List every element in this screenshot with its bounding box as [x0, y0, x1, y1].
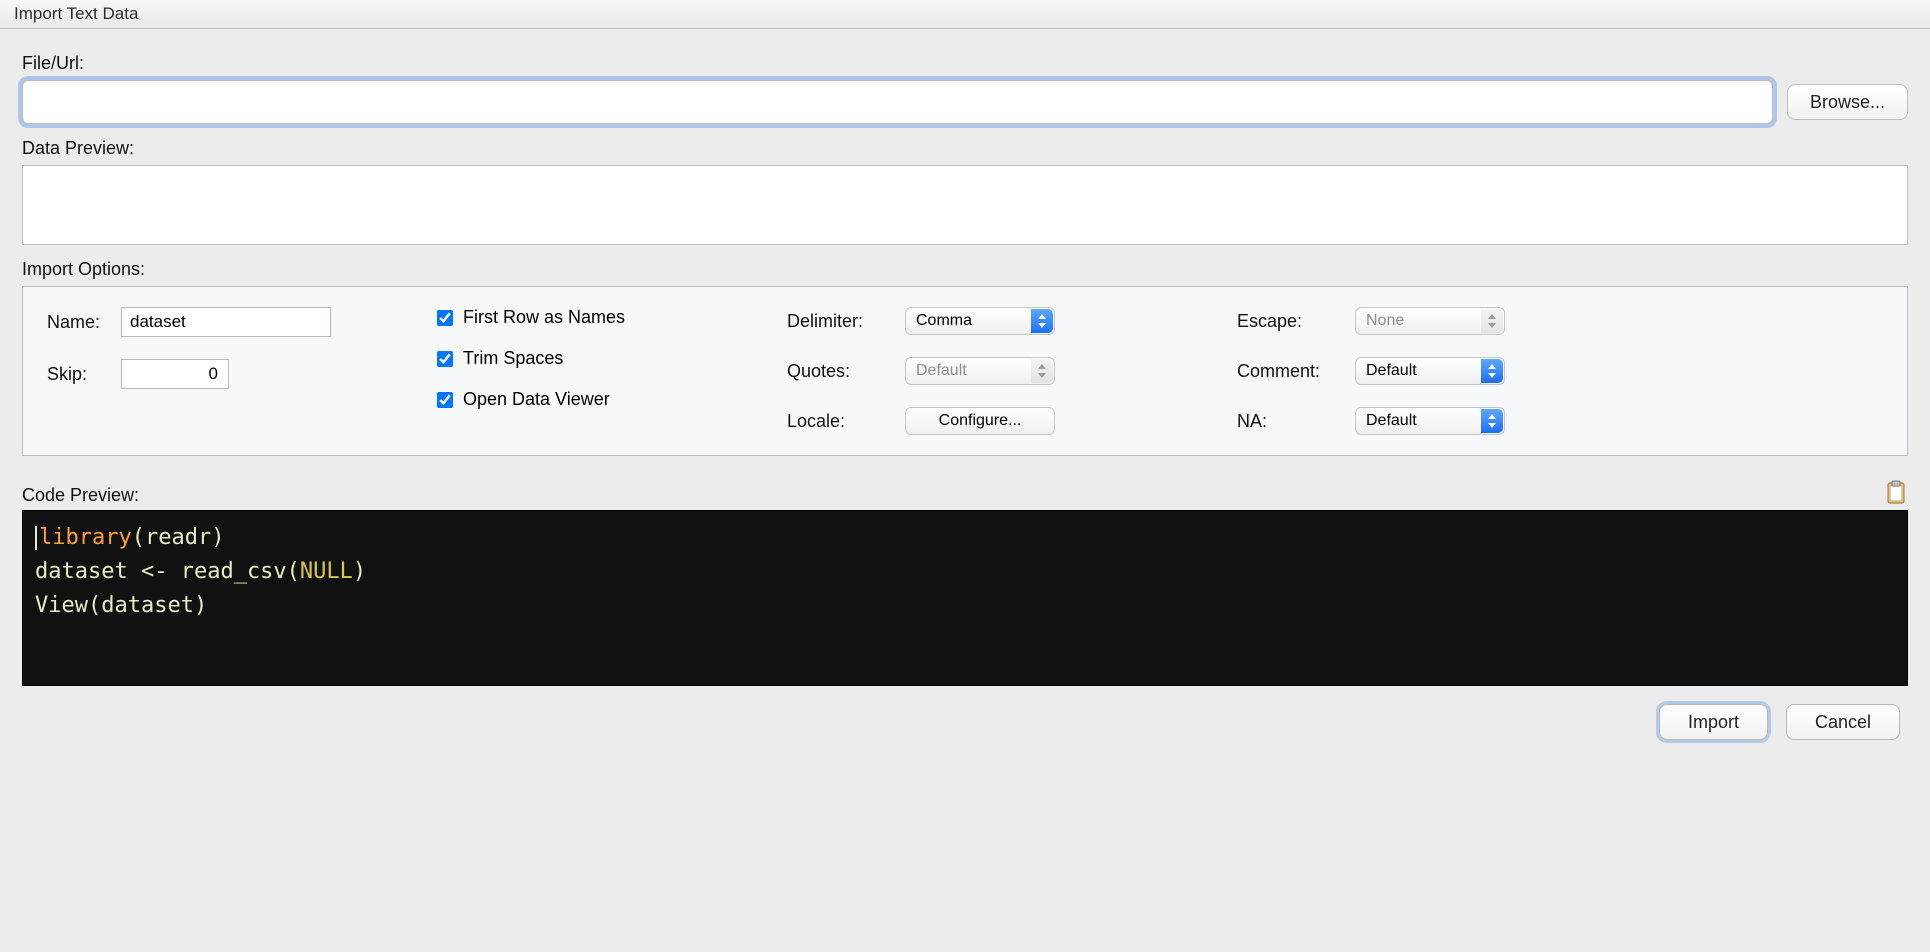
name-input[interactable]: [121, 307, 331, 337]
quotes-label: Quotes:: [787, 361, 891, 382]
data-preview-label: Data Preview:: [22, 138, 1908, 159]
skip-label: Skip:: [47, 364, 107, 385]
quotes-select[interactable]: Default: [905, 357, 1055, 385]
na-select[interactable]: Default: [1355, 407, 1505, 435]
chevron-updown-icon: [1481, 409, 1503, 433]
dialog-body: File/Url: Browse... Data Preview: Import…: [0, 29, 1930, 760]
first-row-checkbox[interactable]: [437, 310, 453, 326]
code-line: View(dataset): [35, 589, 1895, 623]
na-value: Default: [1366, 412, 1417, 430]
quotes-value: Default: [916, 362, 967, 380]
cancel-button[interactable]: Cancel: [1786, 704, 1900, 740]
na-label: NA:: [1237, 411, 1341, 432]
open-viewer-checkbox-row[interactable]: Open Data Viewer: [437, 389, 697, 410]
comment-value: Default: [1366, 362, 1417, 380]
file-url-input[interactable]: [22, 80, 1773, 124]
browse-button[interactable]: Browse...: [1787, 84, 1908, 120]
escape-value: None: [1366, 312, 1404, 330]
delimiter-label: Delimiter:: [787, 311, 891, 332]
code-preview-label: Code Preview:: [22, 485, 139, 506]
chevron-updown-icon: [1481, 309, 1503, 333]
locale-label: Locale:: [787, 411, 891, 432]
first-row-checkbox-row[interactable]: First Row as Names: [437, 307, 697, 328]
code-line: dataset <- read_csv(NULL): [35, 555, 1895, 589]
import-button[interactable]: Import: [1659, 704, 1768, 740]
data-preview-box: [22, 165, 1908, 245]
chevron-updown-icon: [1031, 359, 1053, 383]
open-viewer-checkbox-label: Open Data Viewer: [463, 389, 610, 410]
code-preview-box[interactable]: library(readr) dataset <- read_csv(NULL)…: [22, 510, 1908, 686]
code-line: library(readr): [35, 521, 1895, 555]
comment-select[interactable]: Default: [1355, 357, 1505, 385]
trim-spaces-checkbox[interactable]: [437, 351, 453, 367]
dialog-title: Import Text Data: [0, 0, 1930, 29]
clipboard-icon[interactable]: [1884, 478, 1908, 506]
import-options-label: Import Options:: [22, 259, 1908, 280]
chevron-updown-icon: [1481, 359, 1503, 383]
first-row-checkbox-label: First Row as Names: [463, 307, 625, 328]
trim-spaces-checkbox-label: Trim Spaces: [463, 348, 563, 369]
chevron-updown-icon: [1031, 309, 1053, 333]
dialog-footer: Import Cancel: [22, 686, 1908, 746]
escape-label: Escape:: [1237, 311, 1341, 332]
escape-select[interactable]: None: [1355, 307, 1505, 335]
name-label: Name:: [47, 312, 107, 333]
trim-spaces-checkbox-row[interactable]: Trim Spaces: [437, 348, 697, 369]
file-url-label: File/Url:: [22, 53, 1908, 74]
skip-input[interactable]: [121, 359, 229, 389]
import-options-panel: Name: Skip: First Row as Names Trim Spac…: [22, 286, 1908, 456]
delimiter-select[interactable]: Comma: [905, 307, 1055, 335]
locale-configure-button[interactable]: Configure...: [905, 407, 1055, 435]
comment-label: Comment:: [1237, 361, 1341, 382]
open-viewer-checkbox[interactable]: [437, 392, 453, 408]
delimiter-value: Comma: [916, 312, 972, 330]
